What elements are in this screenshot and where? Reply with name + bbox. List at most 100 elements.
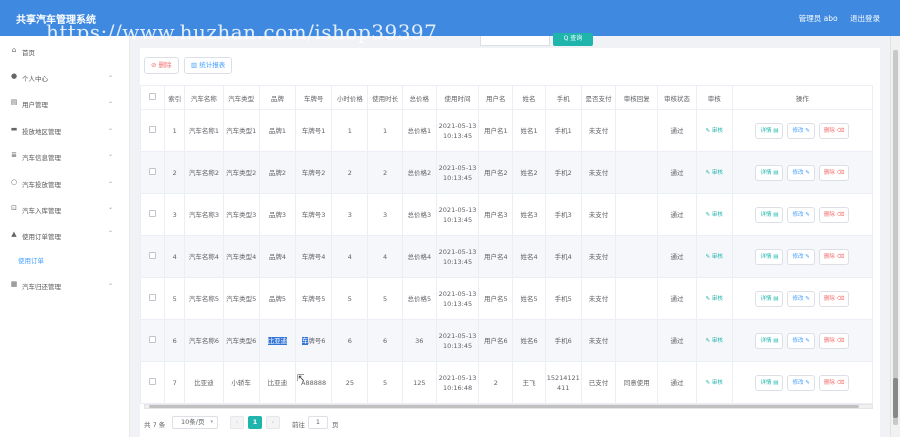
chevron-up-icon: ⌃ xyxy=(108,230,114,237)
cell-name: 王飞 xyxy=(512,361,546,404)
cell-car_name: 汽车名称1 xyxy=(184,109,224,152)
audit-cell: ✎ 审核 xyxy=(695,361,733,404)
actions-cell: 详情 ▤ 修改 ✎ 删除 ⌫ xyxy=(731,109,874,152)
next-page-button[interactable]: › xyxy=(266,416,280,429)
audit-link[interactable]: ✎ 审核 xyxy=(706,254,723,260)
edit-button[interactable]: 修改 ✎ xyxy=(787,164,815,181)
row-checkbox[interactable] xyxy=(139,109,166,152)
chevron-down-icon: ⌄ xyxy=(108,72,114,79)
horizontal-scrollbar[interactable] xyxy=(144,404,873,409)
edit-button[interactable]: 修改 ✎ xyxy=(787,290,815,307)
cell-index: 3 xyxy=(164,193,186,236)
sidebar-item-orders[interactable]: ▲ 使用订单管理 ⌃ xyxy=(0,226,130,244)
detail-button[interactable]: 详情 ▤ xyxy=(755,206,784,223)
cell-car_name: 汽车名称4 xyxy=(184,235,224,278)
select-all-checkbox[interactable] xyxy=(139,85,166,110)
detail-button[interactable]: 详情 ▤ xyxy=(755,164,784,181)
audit-link[interactable]: ✎ 审核 xyxy=(706,296,723,302)
audit-link[interactable]: ✎ 审核 xyxy=(706,212,723,218)
edit-button[interactable]: 修改 ✎ xyxy=(787,122,815,139)
cell-index: 5 xyxy=(164,277,186,320)
row-checkbox[interactable] xyxy=(139,277,166,320)
audit-link[interactable]: ✎ 审核 xyxy=(706,170,723,176)
audit-link[interactable]: ✎ 审核 xyxy=(706,380,723,386)
sidebar-item-car-info[interactable]: ≣ 汽车信息管理 ⌄ xyxy=(0,147,130,165)
cell-plate: 车牌号6 xyxy=(294,319,333,362)
delete-button[interactable]: 删除 ⌫ xyxy=(818,122,850,139)
sidebar-item-profile[interactable]: ● 个人中心 ⌄ xyxy=(0,68,130,86)
col-header: 审核状态 xyxy=(657,85,697,110)
detail-button[interactable]: 详情 ▤ xyxy=(755,122,784,139)
cell-brand: 品牌1 xyxy=(258,109,297,152)
row-checkbox[interactable] xyxy=(139,151,166,194)
table-row: 4 汽车名称4 汽车类型4 品牌4 车牌号4 4 4 总价格4 2021-05-13 10:13… xyxy=(139,235,874,278)
row-checkbox[interactable] xyxy=(139,361,166,404)
logout-link[interactable]: 退出登录 xyxy=(850,14,880,23)
sidebar-item-home[interactable]: ⌂ 首页 xyxy=(0,42,130,60)
user-label[interactable]: 管理员 abo xyxy=(799,14,838,23)
delete-button[interactable]: 删除 ⌫ xyxy=(818,164,850,181)
detail-button[interactable]: 详情 ▤ xyxy=(755,374,784,391)
cell-hour_price: 25 xyxy=(331,361,369,404)
edit-button[interactable]: 修改 ✎ xyxy=(787,206,815,223)
audit-link[interactable]: ✎ 审核 xyxy=(706,128,723,134)
sidebar-item-users[interactable]: ▤ 用户管理 ⌄ xyxy=(0,94,130,112)
cell-total: 总价格1 xyxy=(401,109,437,152)
goto-page-input[interactable]: 1 xyxy=(308,416,328,429)
detail-button[interactable]: 详情 ▤ xyxy=(755,248,784,265)
search-input-partial[interactable] xyxy=(480,36,550,46)
chevron-down-icon: ⌄ xyxy=(108,178,114,185)
actions-cell: 详情 ▤ 修改 ✎ 删除 ⌫ xyxy=(731,235,874,278)
cell-paid: 未支付 xyxy=(580,235,617,278)
detail-button[interactable]: 详情 ▤ xyxy=(755,290,784,307)
cell-car_type: 汽车类型6 xyxy=(222,319,260,362)
row-checkbox[interactable] xyxy=(139,235,166,278)
detail-button[interactable]: 详情 ▤ xyxy=(755,332,784,349)
col-header: 品牌 xyxy=(258,85,297,110)
stats-report-button[interactable]: ▥ 统计报表 xyxy=(184,57,233,74)
lock-icon: ⊡ xyxy=(11,204,17,212)
cell-total: 总价格3 xyxy=(401,193,437,236)
actions-cell: 详情 ▤ 修改 ✎ 删除 ⌫ xyxy=(731,361,874,404)
col-header: 审核 xyxy=(695,85,733,110)
delete-button[interactable]: 删除 ⌫ xyxy=(818,290,850,307)
delete-button[interactable]: 删除 ⌫ xyxy=(818,248,850,265)
row-checkbox[interactable] xyxy=(139,319,166,362)
table-row: 2 汽车名称2 汽车类型2 品牌2 车牌号2 2 2 总价格2 2021-05-13 10:13… xyxy=(139,151,874,194)
cell-time: 2021-05-13 10:13:45 xyxy=(435,109,480,152)
cell-total: 总价格4 xyxy=(401,235,437,278)
delete-button[interactable]: 删除 ⌫ xyxy=(818,332,850,349)
col-header: 索引 xyxy=(164,85,186,110)
cell-duration: 5 xyxy=(367,277,403,320)
cell-time: 2021-05-13 10:13:45 xyxy=(435,277,480,320)
edit-button[interactable]: 修改 ✎ xyxy=(787,332,815,349)
cell-duration: 6 xyxy=(367,319,403,362)
audit-link[interactable]: ✎ 审核 xyxy=(706,338,723,344)
prev-page-button[interactable]: ‹ xyxy=(230,416,244,429)
cell-hour_price: 3 xyxy=(331,193,369,236)
car-icon: ▬ xyxy=(10,125,18,133)
page-number-current[interactable]: 1 xyxy=(248,416,262,429)
actions-cell: 详情 ▤ 修改 ✎ 删除 ⌫ xyxy=(731,319,874,362)
page-size-select[interactable]: 10条/页 ▾ xyxy=(172,416,218,429)
row-checkbox[interactable] xyxy=(139,193,166,236)
cell-username: 用户名1 xyxy=(478,109,514,152)
cell-reply xyxy=(615,193,659,236)
edit-button[interactable]: 修改 ✎ xyxy=(787,374,815,391)
cell-car_type: 汽车类型5 xyxy=(222,277,260,320)
cell-duration: 5 xyxy=(367,361,403,404)
sidebar-item-car-storage[interactable]: ⊡ 汽车入库管理 ⌄ xyxy=(0,200,130,218)
delete-button[interactable]: 删除 ⌫ xyxy=(818,206,850,223)
cell-index: 1 xyxy=(164,109,186,152)
sidebar-item-car-deploy[interactable]: ○ 汽车投放管理 ⌄ xyxy=(0,174,130,192)
trash-icon: ⌫ xyxy=(836,337,845,344)
delete-button[interactable]: 删除 ⌫ xyxy=(818,374,850,391)
cell-hour_price: 1 xyxy=(331,109,369,152)
edit-button[interactable]: 修改 ✎ xyxy=(787,248,815,265)
sidebar-item-region[interactable]: ▬ 投放地区管理 ⌄ xyxy=(0,121,130,139)
search-button[interactable]: Q 查询 xyxy=(553,33,593,46)
sidebar-subitem-orders[interactable]: 使用订单 xyxy=(18,255,44,265)
batch-delete-button[interactable]: ⊘ 删除 xyxy=(144,57,179,74)
vertical-scrollbar[interactable] xyxy=(890,36,900,437)
sidebar-item-car-return[interactable]: ▦ 汽车归还管理 ⌄ xyxy=(0,276,130,294)
